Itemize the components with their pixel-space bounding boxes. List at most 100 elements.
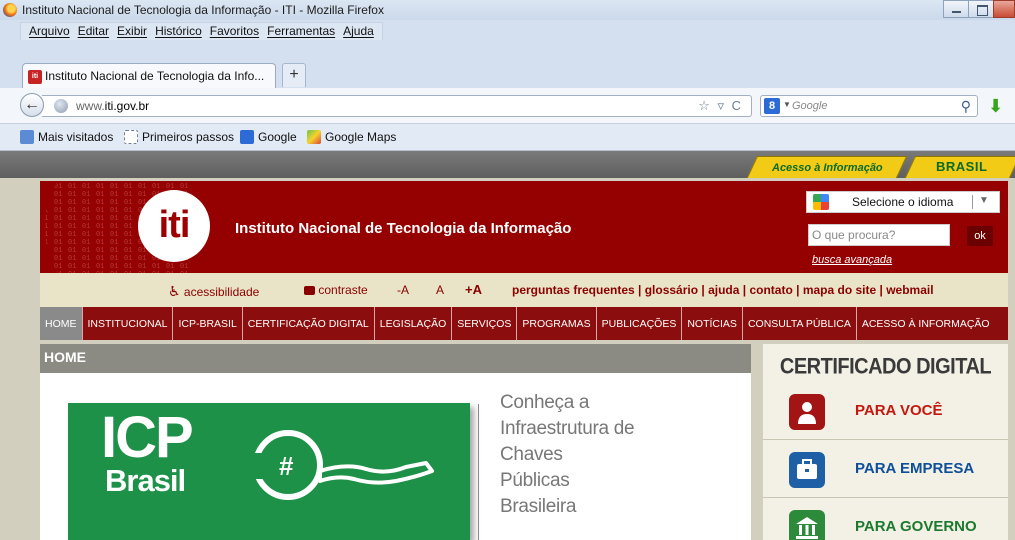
url-text[interactable]: www.iti.gov.br <box>76 99 149 113</box>
nav-home[interactable]: HOME <box>40 307 83 340</box>
engine-dropdown-icon[interactable]: ▼ <box>783 100 791 109</box>
new-tab-button[interactable]: + <box>282 63 306 87</box>
nav-consulta-publica[interactable]: CONSULTA PÚBLICA <box>743 307 857 340</box>
conheca-line: Infraestrutura de <box>500 418 635 439</box>
nav-servicos[interactable]: SERVIÇOS <box>452 307 518 340</box>
content-heading: HOME <box>40 344 751 373</box>
google-engine-icon[interactable]: 8 <box>764 98 780 114</box>
cert-para-voce[interactable]: PARA VOCÊ <box>763 382 1008 440</box>
nav-legislacao[interactable]: LEGISLAÇÃO <box>375 307 453 340</box>
bookmark-primeiros-passos[interactable]: Primeiros passos <box>124 130 234 144</box>
language-select-label: Selecione o idioma <box>852 195 954 209</box>
chevron-down-icon: ▼ <box>979 195 989 206</box>
font-increase-button[interactable]: +A <box>465 282 482 297</box>
nav-publicacoes[interactable]: PUBLICAÇÕES <box>597 307 683 340</box>
url-controls[interactable]: ☆ ▿ C <box>698 98 743 114</box>
site-header: 01 iti Instituto Nacional de Tecnologia … <box>40 181 1008 273</box>
cert-para-governo[interactable]: PARA GOVERNO <box>763 498 1008 540</box>
url-domain: iti.gov.br <box>104 99 150 113</box>
download-icon[interactable]: ⬇ <box>988 96 1003 117</box>
minimize-button[interactable] <box>943 0 969 18</box>
bookmark-label: Google Maps <box>325 130 397 144</box>
brasil-link[interactable]: BRASIL <box>936 159 987 174</box>
font-decrease-button[interactable]: -A <box>397 283 409 297</box>
menu-historico[interactable]: Histórico <box>151 23 206 40</box>
conheca-line: Brasileira <box>500 496 577 517</box>
menu-editar[interactable]: Editar <box>74 23 113 40</box>
font-normal-button[interactable]: A <box>436 283 444 297</box>
close-window-button[interactable] <box>993 0 1015 18</box>
menu-favoritos[interactable]: Favoritos <box>206 23 263 40</box>
sidebar-title: CERTIFICADO DIGITAL <box>779 354 992 380</box>
cert-label: PARA EMPRESA <box>855 460 975 477</box>
svg-text:#: # <box>279 451 294 481</box>
bookmarks-toolbar: Mais visitados Primeiros passos Google G… <box>0 124 1015 151</box>
cert-label: PARA GOVERNO <box>855 518 977 535</box>
site-title: Instituto Nacional de Tecnologia da Info… <box>235 220 572 237</box>
conheca-line: Chaves <box>500 444 563 465</box>
back-button[interactable]: ← <box>20 93 44 117</box>
divider <box>478 404 479 540</box>
icp-logo-text: ICP <box>101 405 194 470</box>
conheca-text: Conheça a Infraestrutura de Chaves Públi… <box>500 390 635 520</box>
icp-brasil-text: Brasil <box>105 463 186 498</box>
search-placeholder: Google <box>792 100 828 112</box>
tab-label: Instituto Nacional de Tecnologia da Info… <box>45 69 265 83</box>
key-icon: # <box>250 430 434 500</box>
iti-logo[interactable]: iti <box>138 190 210 262</box>
bookmark-label: Primeiros passos <box>142 130 235 144</box>
cert-para-empresa[interactable]: PARA EMPRESA <box>763 440 1008 498</box>
search-ok-button[interactable]: ok <box>967 226 993 246</box>
google-translate-icon <box>813 194 829 210</box>
bookmark-label: Google <box>258 130 297 144</box>
utility-links[interactable]: perguntas frequentes | glossário | ajuda… <box>512 283 934 297</box>
nav-icp-brasil[interactable]: ICP-BRASIL <box>173 307 243 340</box>
nav-noticias[interactable]: NOTÍCIAS <box>682 307 743 340</box>
bookmark-google-maps[interactable]: Google Maps <box>307 130 396 144</box>
menu-arquivo[interactable]: Arquivo <box>25 23 74 40</box>
iti-favicon-icon: iti <box>28 70 42 84</box>
menu-ferramentas[interactable]: Ferramentas <box>263 23 339 40</box>
icp-brasil-banner[interactable]: ICP Brasil # <box>68 403 470 540</box>
window-controls <box>943 0 1015 18</box>
url-prefix: www. <box>76 99 105 113</box>
language-select[interactable]: Selecione o idioma ▼ <box>806 191 1000 213</box>
search-placeholder: O que procura? <box>812 228 896 242</box>
menu-exibir[interactable]: Exibir <box>113 23 151 40</box>
government-building-icon <box>789 510 825 540</box>
main-navigation: HOME INSTITUCIONAL ICP-BRASIL CERTIFICAÇ… <box>40 307 1008 340</box>
conheca-line: Conheça a <box>500 392 590 413</box>
cert-label: PARA VOCÊ <box>855 402 943 419</box>
accessibility-link[interactable]: ♿ acessibilidade <box>168 283 259 300</box>
utility-bar: ♿ acessibilidade contraste -A A +A pergu… <box>40 273 1008 307</box>
contrast-link[interactable]: contraste <box>304 283 368 297</box>
tab-bar: iti Instituto Nacional de Tecnologia da … <box>0 41 1015 89</box>
google-icon <box>240 130 254 144</box>
window-title: Instituto Nacional de Tecnologia da Info… <box>22 3 384 17</box>
certificado-sidebar: CERTIFICADO DIGITAL PARA VOCÊ PARA EMPRE… <box>763 344 1008 540</box>
window-titlebar: Instituto Nacional de Tecnologia da Info… <box>0 0 1015 20</box>
nav-acesso-informacao[interactable]: ACESSO À INFORMAÇÃO <box>857 307 995 340</box>
navigation-toolbar: www.iti.gov.br ☆ ▿ C ← 8 ▼ Google ⚲ ⬇ <box>0 88 1015 124</box>
nav-programas[interactable]: PROGRAMAS <box>517 307 597 340</box>
search-bar[interactable]: 8 ▼ Google ⚲ <box>760 95 978 117</box>
divider <box>972 195 973 209</box>
nav-institucional[interactable]: INSTITUCIONAL <box>83 307 174 340</box>
menu-ajuda[interactable]: Ajuda <box>339 23 378 40</box>
accessibility-icon: ♿ <box>168 283 181 299</box>
maximize-button[interactable] <box>968 0 994 18</box>
firefox-logo-icon <box>3 3 17 17</box>
advanced-search-link[interactable]: busca avançada <box>812 254 892 266</box>
tab-iti[interactable]: iti Instituto Nacional de Tecnologia da … <box>22 63 276 89</box>
url-bar[interactable]: www.iti.gov.br ☆ ▿ C <box>42 95 752 117</box>
site-identity-icon[interactable] <box>54 99 68 113</box>
main-content: HOME ICP Brasil # Conheça a Infraestrutu… <box>40 344 751 540</box>
site-search-input[interactable]: O que procura? <box>808 224 950 246</box>
search-icon[interactable]: ⚲ <box>961 98 971 115</box>
bookmark-mais-visitados[interactable]: Mais visitados <box>20 130 113 144</box>
bookmark-google[interactable]: Google <box>240 130 297 144</box>
bookmark-label: Mais visitados <box>38 130 114 144</box>
nav-certificacao-digital[interactable]: CERTIFICAÇÃO DIGITAL <box>243 307 375 340</box>
acesso-informacao-link[interactable]: Acesso à Informação <box>772 162 883 174</box>
page-icon <box>124 130 138 144</box>
